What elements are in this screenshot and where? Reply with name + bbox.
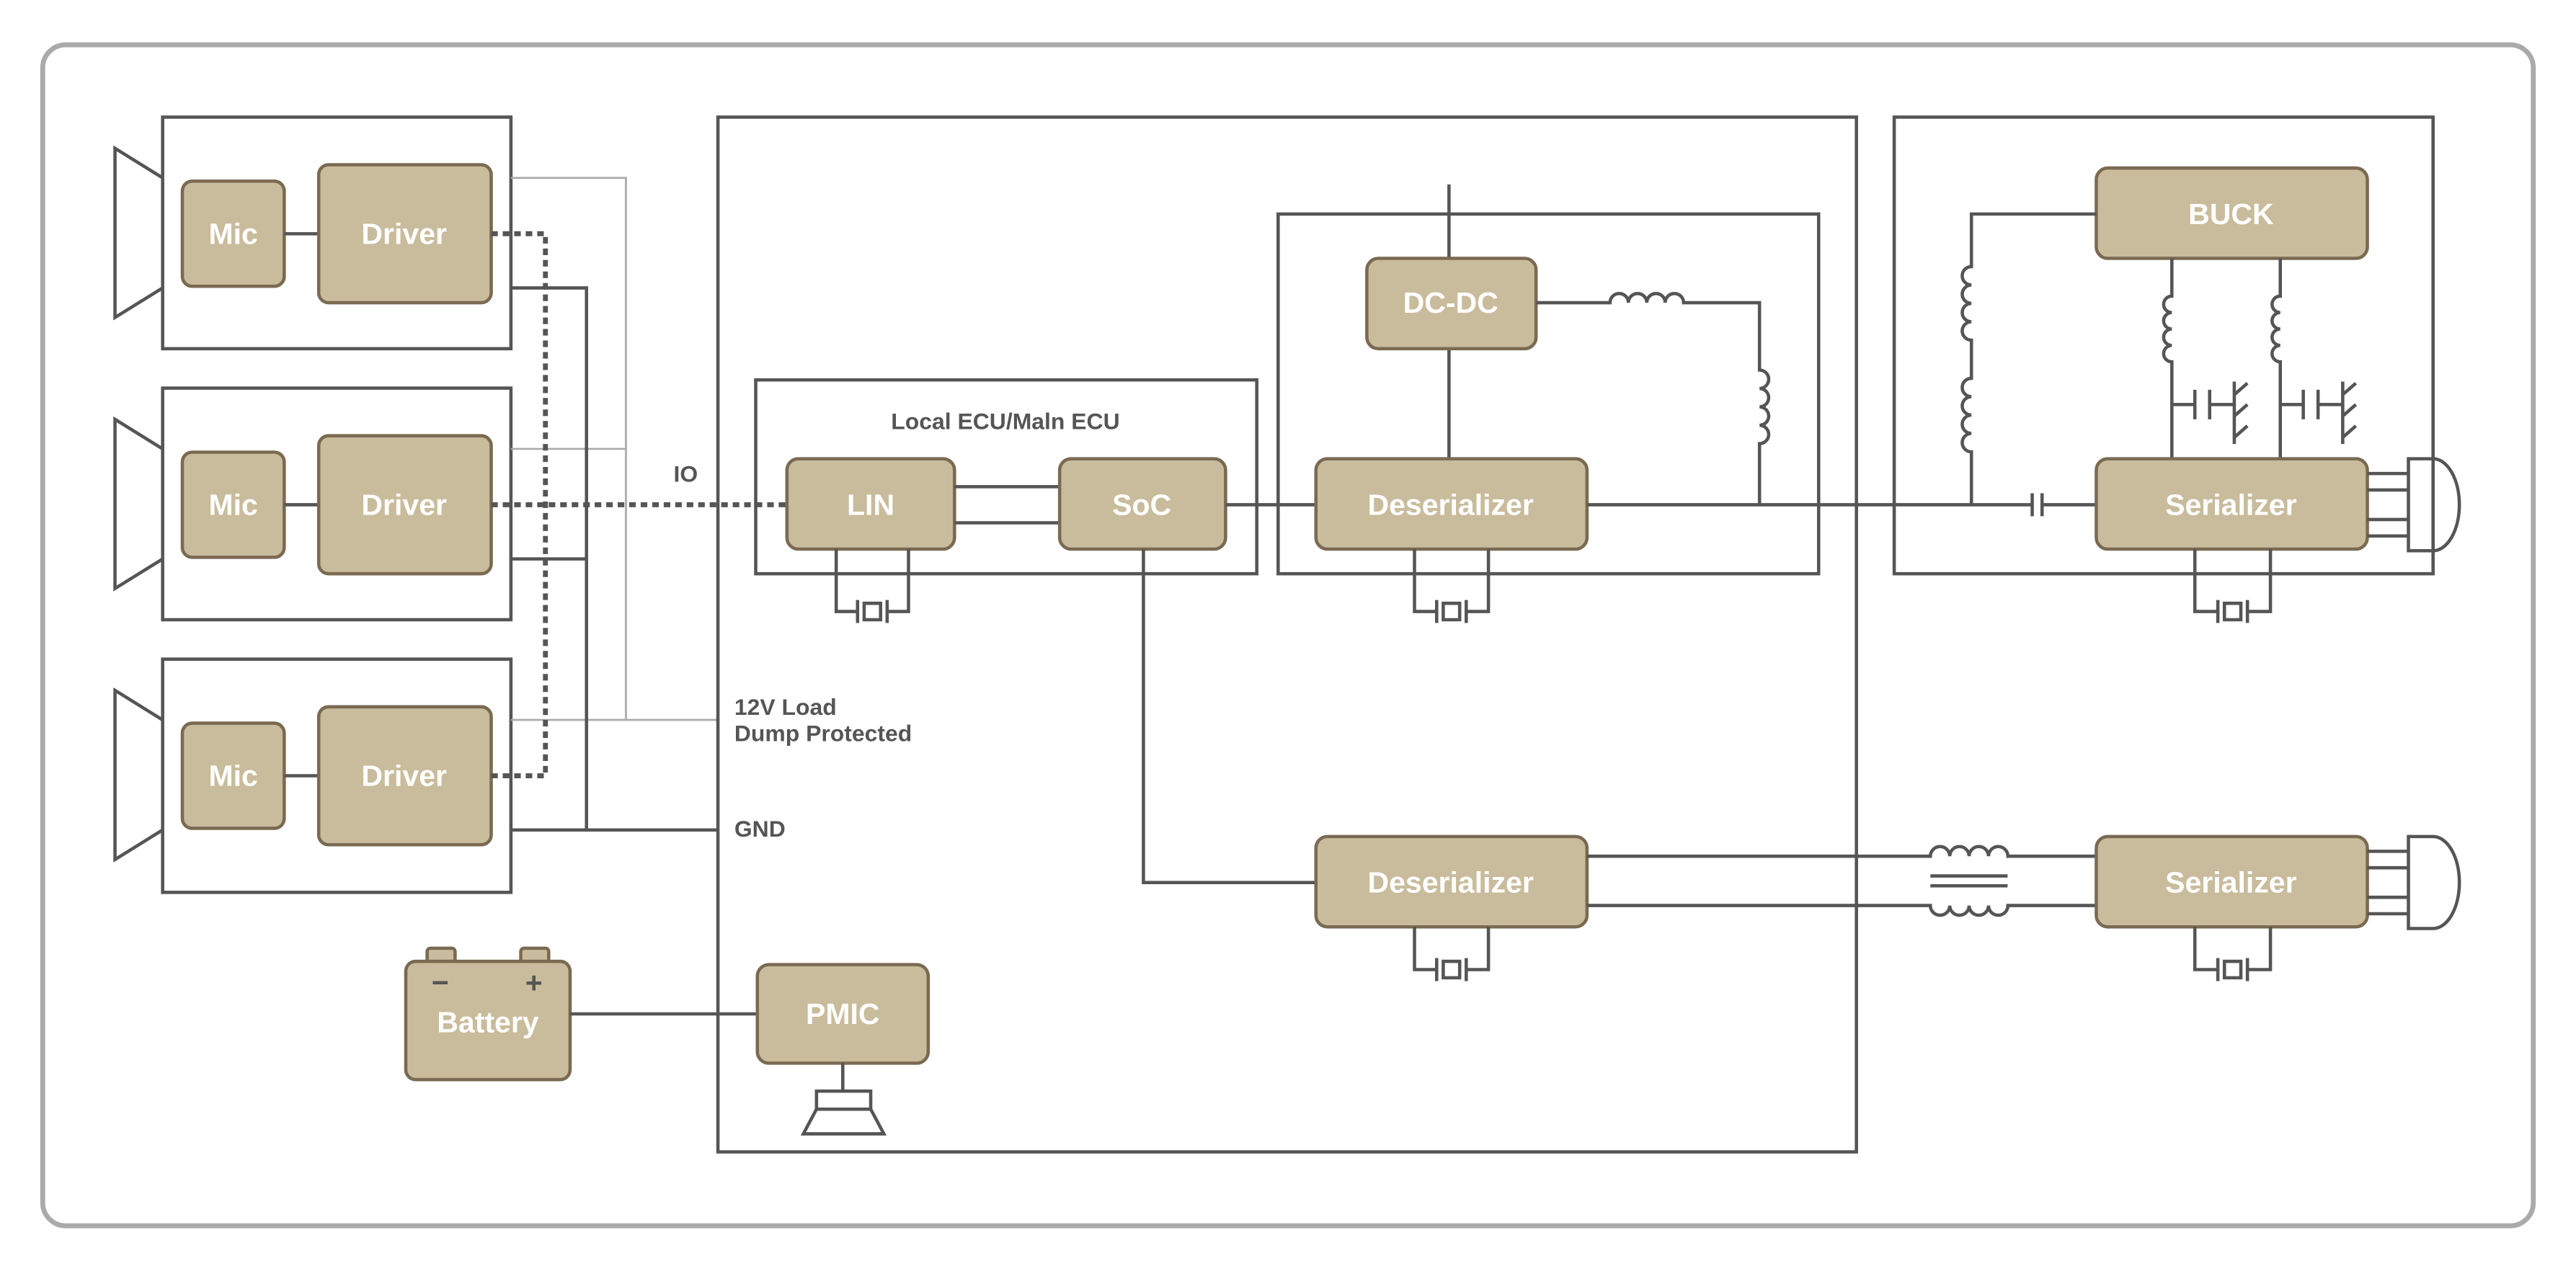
inductor-capacitor-ground-icon bbox=[2162, 258, 2249, 459]
block-diagram: Mic Driver Mic Driver Mic Driver IO 12V … bbox=[40, 42, 2536, 1229]
load-label-2: Dump Protected bbox=[734, 721, 912, 747]
driver-label: Driver bbox=[361, 488, 447, 521]
speaker-icon bbox=[113, 687, 164, 863]
buzzer-icon bbox=[800, 1063, 887, 1136]
dcdc-label: DC-DC bbox=[1403, 286, 1498, 319]
audio-module-2: Mic Driver bbox=[113, 386, 513, 622]
load-label-1: 12V Load bbox=[734, 694, 837, 720]
camera-connector-icon bbox=[2367, 834, 2461, 930]
battery-label: Battery bbox=[437, 1005, 539, 1038]
audio-module-1: Mic Driver bbox=[113, 115, 513, 351]
audio-module-3: Mic Driver bbox=[113, 657, 513, 894]
soc-label: SoC bbox=[1112, 488, 1171, 521]
serializer-top-label: Serializer bbox=[2165, 488, 2296, 521]
crystal-icon bbox=[2193, 548, 2273, 623]
ecu-title: Local ECU/Maln ECU bbox=[891, 409, 1119, 435]
deserializer-bottom-label: Deserializer bbox=[1368, 866, 1534, 899]
mic-label: Mic bbox=[208, 488, 257, 521]
mic-label: Mic bbox=[208, 217, 257, 250]
battery-minus: − bbox=[432, 966, 449, 999]
serializer-bottom-label: Serializer bbox=[2165, 866, 2296, 899]
mic-label: Mic bbox=[208, 760, 257, 793]
camera-connector-icon bbox=[2367, 457, 2461, 553]
crystal-icon bbox=[1413, 548, 1491, 623]
io-label: IO bbox=[674, 461, 698, 487]
battery: − + Battery bbox=[404, 946, 572, 1082]
pmic-label: PMIC bbox=[806, 997, 880, 1030]
driver-label: Driver bbox=[361, 217, 447, 250]
buck-label: BUCK bbox=[2188, 197, 2274, 231]
gnd-label: GND bbox=[734, 816, 786, 842]
lin-label: LIN bbox=[847, 488, 894, 521]
crystal-icon bbox=[1413, 927, 1491, 981]
crystal-icon bbox=[2193, 927, 2273, 981]
crystal-icon bbox=[834, 548, 910, 623]
inductor-capacitor-ground-icon bbox=[2270, 258, 2358, 459]
battery-plus: + bbox=[525, 966, 543, 999]
speaker-icon bbox=[113, 145, 164, 321]
deserializer-top-label: Deserializer bbox=[1368, 488, 1534, 521]
driver-label: Driver bbox=[361, 760, 447, 793]
common-mode-choke bbox=[1586, 845, 2097, 917]
speaker-icon bbox=[113, 416, 164, 592]
